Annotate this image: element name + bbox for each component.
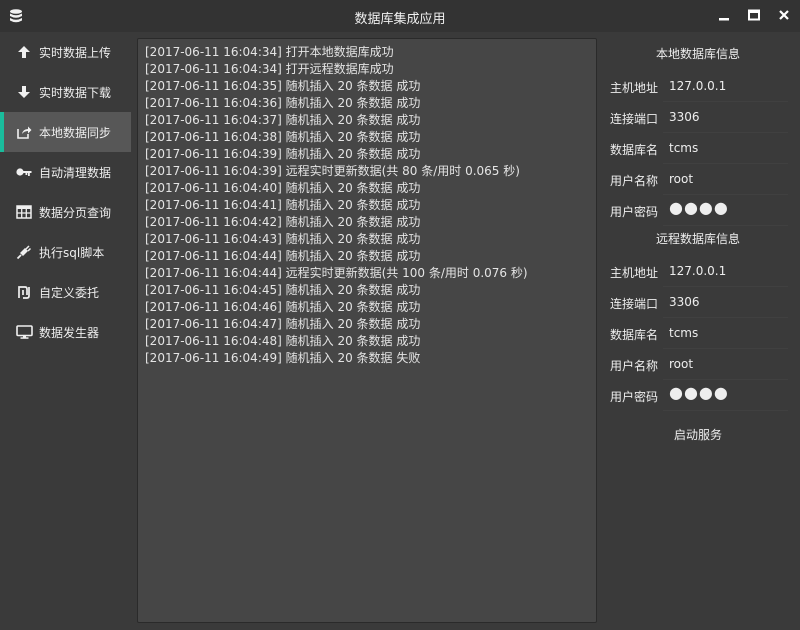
remote-user-row: 用户名称 root — [603, 349, 788, 380]
plug-icon — [14, 242, 34, 262]
minimize-button[interactable] — [712, 4, 736, 28]
desktop-icon — [14, 322, 34, 342]
log-line: [2017-06-11 16:04:34] 打开本地数据库成功 — [145, 45, 394, 59]
field-label: 数据库名 — [610, 143, 659, 157]
log-line: [2017-06-11 16:04:42] 随机插入 20 条数据 成功 — [145, 215, 421, 229]
remote-host-field[interactable]: 127.0.0.1 — [669, 264, 726, 278]
sidebar-item-label: 实时数据上传 — [39, 45, 112, 60]
log-line: [2017-06-11 16:04:44] 远程实时更新数据(共 100 条/用… — [145, 266, 528, 280]
sidebar-item-label: 实时数据下载 — [39, 85, 112, 100]
sidebar-item-label: 执行sql脚本 — [39, 245, 105, 260]
log-line: [2017-06-11 16:04:46] 随机插入 20 条数据 成功 — [145, 300, 421, 314]
close-icon — [778, 9, 790, 24]
title-bar: 数据库集成应用 — [0, 0, 800, 32]
log-line: [2017-06-11 16:04:47] 随机插入 20 条数据 成功 — [145, 317, 421, 331]
db-info-panel: 本地数据库信息 主机地址 127.0.0.1 连接端口 3306 数据库名 tc… — [603, 32, 800, 630]
window-title: 数据库集成应用 — [354, 12, 446, 27]
arrow-down-icon — [14, 82, 34, 102]
table-icon — [14, 202, 34, 222]
remote-port-row: 连接端口 3306 — [603, 287, 788, 318]
maximize-button[interactable] — [742, 4, 766, 28]
log-line: [2017-06-11 16:04:37] 随机插入 20 条数据 成功 — [145, 113, 421, 127]
log-line: [2017-06-11 16:04:39] 随机插入 20 条数据 成功 — [145, 147, 421, 161]
local-port-field[interactable]: 3306 — [669, 110, 700, 124]
sidebar-item-local-sync[interactable]: 本地数据同步 — [0, 112, 131, 152]
field-label: 数据库名 — [610, 328, 659, 342]
local-user-row: 用户名称 root — [603, 164, 788, 195]
local-db-title: 本地数据库信息 — [655, 47, 740, 61]
remote-host-row: 主机地址 127.0.0.1 — [603, 256, 788, 287]
local-dbname-field[interactable]: tcms — [669, 141, 698, 155]
log-line: [2017-06-11 16:04:38] 随机插入 20 条数据 成功 — [145, 130, 421, 144]
field-label: 用户名称 — [610, 359, 659, 373]
local-password-field[interactable]: ●●●● — [669, 198, 729, 217]
sidebar-item-label: 自动清理数据 — [39, 165, 112, 180]
local-port-row: 连接端口 3306 — [603, 102, 788, 133]
log-line: [2017-06-11 16:04:34] 打开远程数据库成功 — [145, 62, 394, 76]
remote-user-field[interactable]: root — [669, 357, 693, 371]
key-icon — [14, 162, 34, 182]
arrow-up-icon — [14, 42, 34, 62]
sidebar-item-realtime-download[interactable]: 实时数据下载 — [0, 72, 131, 112]
field-label: 主机地址 — [610, 81, 659, 95]
share-square-icon — [14, 122, 34, 142]
sidebar-item-auto-clean[interactable]: 自动清理数据 — [0, 152, 131, 192]
log-line: [2017-06-11 16:04:39] 远程实时更新数据(共 80 条/用时… — [145, 164, 520, 178]
shekel-icon — [14, 282, 34, 302]
field-label: 连接端口 — [610, 297, 659, 311]
close-button[interactable] — [772, 4, 796, 28]
field-label: 连接端口 — [610, 112, 659, 126]
log-line: [2017-06-11 16:04:45] 随机插入 20 条数据 成功 — [145, 283, 421, 297]
sidebar: 实时数据上传 实时数据下载 本地数据同步 自动清理数据 数据分页查询 执行sql… — [0, 32, 131, 630]
remote-dbname-field[interactable]: tcms — [669, 326, 698, 340]
sidebar-item-label: 本地数据同步 — [39, 125, 112, 140]
log-line: [2017-06-11 16:04:35] 随机插入 20 条数据 成功 — [145, 79, 421, 93]
remote-password-row: 用户密码 ●●●● — [603, 380, 788, 411]
log-output[interactable]: [2017-06-11 16:04:34] 打开本地数据库成功 [2017-06… — [137, 38, 597, 623]
field-label: 用户名称 — [610, 174, 659, 188]
remote-db-title: 远程数据库信息 — [655, 232, 740, 246]
sidebar-item-run-sql[interactable]: 执行sql脚本 — [0, 232, 131, 272]
sidebar-item-label: 数据发生器 — [39, 325, 100, 340]
minimize-icon — [718, 9, 730, 24]
start-service-button[interactable]: 启动服务 — [603, 426, 793, 443]
log-line: [2017-06-11 16:04:44] 随机插入 20 条数据 成功 — [145, 249, 421, 263]
sidebar-item-label: 自定义委托 — [39, 285, 100, 300]
log-line: [2017-06-11 16:04:43] 随机插入 20 条数据 成功 — [145, 232, 421, 246]
field-label: 主机地址 — [610, 266, 659, 280]
remote-port-field[interactable]: 3306 — [669, 295, 700, 309]
log-line: [2017-06-11 16:04:36] 随机插入 20 条数据 成功 — [145, 96, 421, 110]
log-line: [2017-06-11 16:04:41] 随机插入 20 条数据 成功 — [145, 198, 421, 212]
remote-dbname-row: 数据库名 tcms — [603, 318, 788, 349]
local-password-row: 用户密码 ●●●● — [603, 195, 788, 226]
local-host-row: 主机地址 127.0.0.1 — [603, 71, 788, 102]
local-host-field[interactable]: 127.0.0.1 — [669, 79, 726, 93]
sidebar-item-paged-query[interactable]: 数据分页查询 — [0, 192, 131, 232]
field-label: 用户密码 — [610, 390, 659, 404]
sidebar-item-custom-delegate[interactable]: 自定义委托 — [0, 272, 131, 312]
sidebar-item-realtime-upload[interactable]: 实时数据上传 — [0, 32, 131, 72]
remote-password-field[interactable]: ●●●● — [669, 383, 729, 402]
log-line: [2017-06-11 16:04:49] 随机插入 20 条数据 失败 — [145, 351, 421, 365]
local-dbname-row: 数据库名 tcms — [603, 133, 788, 164]
maximize-icon — [748, 9, 760, 24]
field-label: 用户密码 — [610, 205, 659, 219]
log-line: [2017-06-11 16:04:40] 随机插入 20 条数据 成功 — [145, 181, 421, 195]
local-user-field[interactable]: root — [669, 172, 693, 186]
sidebar-item-label: 数据分页查询 — [39, 205, 112, 220]
sidebar-item-data-generator[interactable]: 数据发生器 — [0, 312, 131, 352]
log-line: [2017-06-11 16:04:48] 随机插入 20 条数据 成功 — [145, 334, 421, 348]
